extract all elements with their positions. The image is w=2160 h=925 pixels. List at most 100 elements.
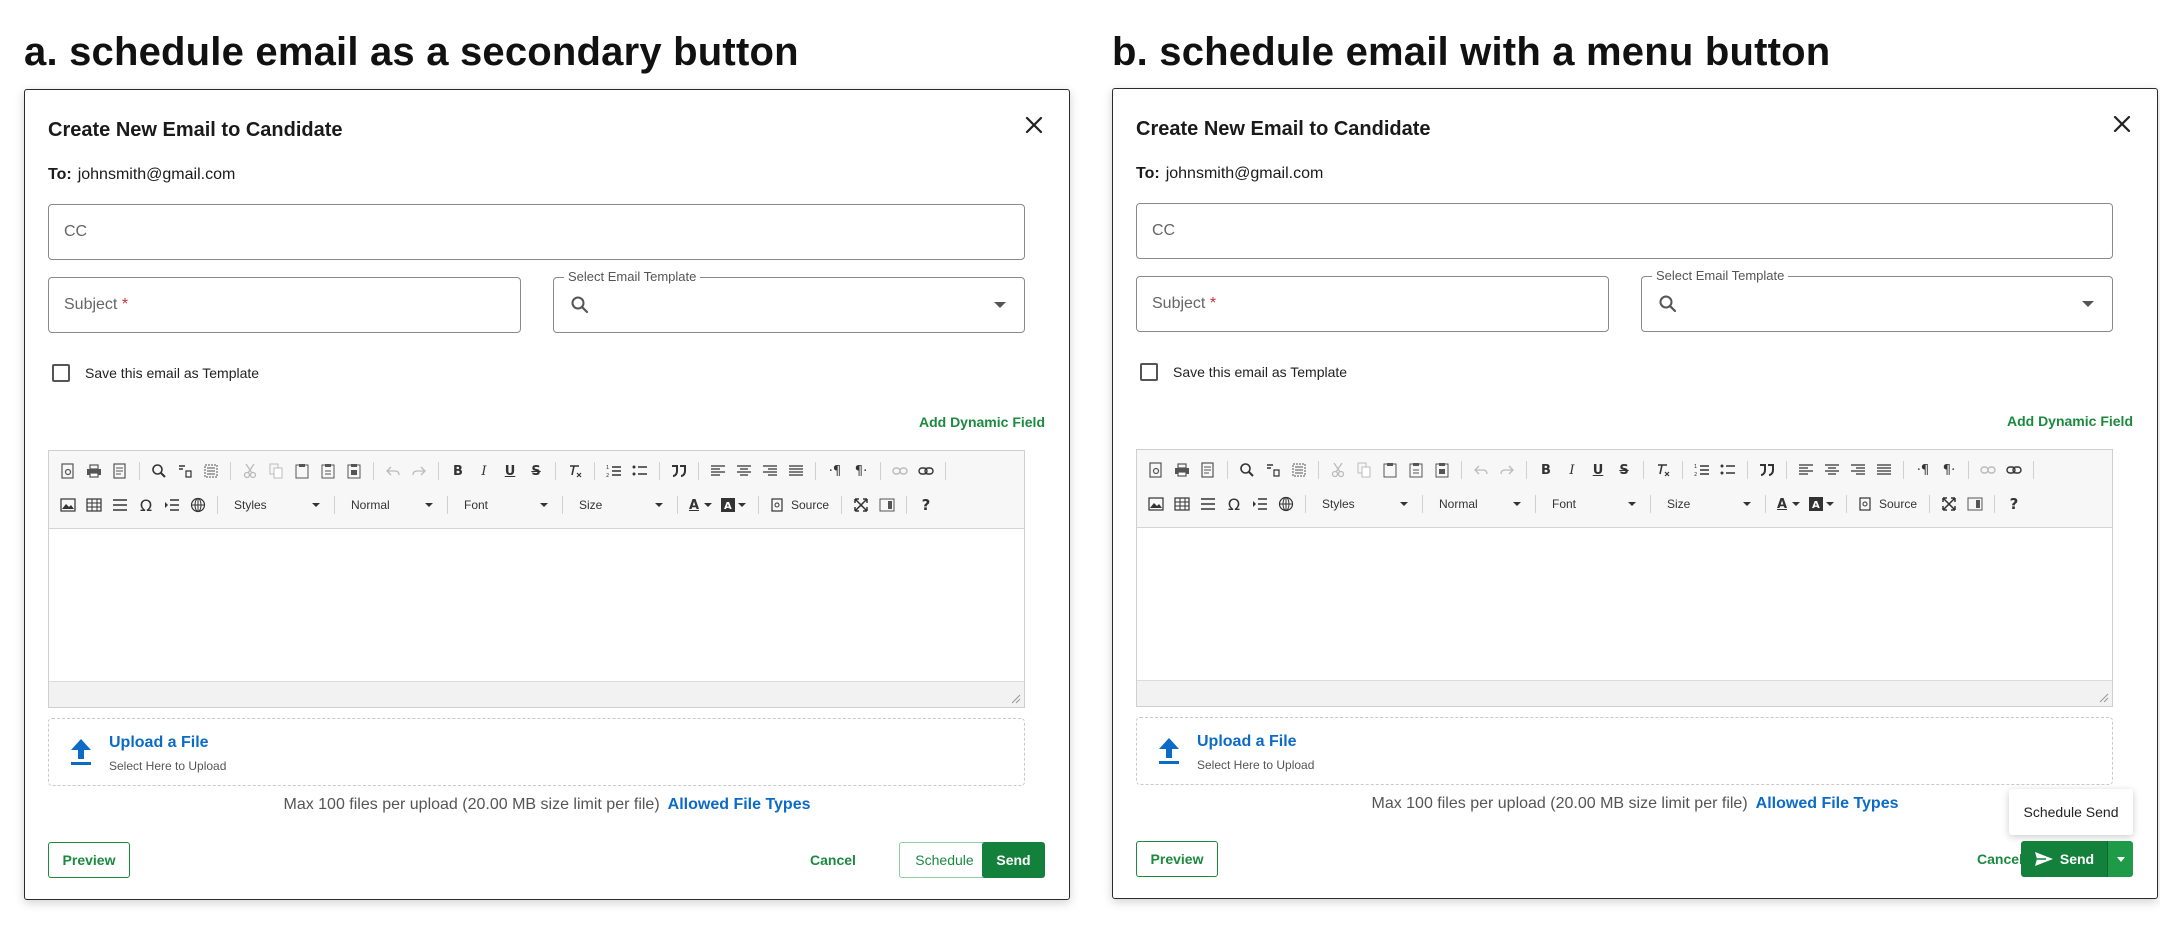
remove-format-icon[interactable] [565, 461, 585, 481]
preview-doc-icon[interactable] [1146, 460, 1166, 480]
maximize-icon[interactable] [1939, 494, 1959, 514]
align-left-icon[interactable] [708, 461, 728, 481]
bg-color-dropdown[interactable] [1826, 494, 1836, 514]
maximize-icon[interactable] [851, 495, 871, 515]
blockquote-icon[interactable] [669, 461, 689, 481]
help-icon[interactable]: ? [2004, 494, 2024, 514]
bulleted-list-icon[interactable] [1718, 460, 1738, 480]
page-break-icon[interactable] [162, 495, 182, 515]
align-justify-icon[interactable] [1874, 460, 1894, 480]
size-dropdown[interactable]: Size [573, 495, 667, 515]
iframe-icon[interactable] [188, 495, 208, 515]
align-right-icon[interactable] [760, 461, 780, 481]
save-template-checkbox[interactable] [1140, 363, 1158, 381]
remove-format-icon[interactable] [1653, 460, 1673, 480]
table-icon[interactable] [1172, 494, 1192, 514]
bg-color-icon[interactable]: A [721, 495, 735, 515]
copy-icon[interactable] [266, 461, 286, 481]
text-color-dropdown[interactable] [704, 495, 714, 515]
text-direction-rtl-icon[interactable]: ¶· [851, 461, 871, 481]
show-blocks-icon[interactable] [1965, 494, 1985, 514]
italic-icon[interactable]: I [474, 461, 494, 481]
text-direction-ltr-icon[interactable]: ·¶ [1913, 460, 1933, 480]
bold-icon[interactable]: B [448, 461, 468, 481]
add-dynamic-field-link[interactable]: Add Dynamic Field [2007, 413, 2133, 429]
cc-input[interactable]: CC [1136, 203, 2113, 259]
paste-word-icon[interactable] [1432, 460, 1452, 480]
send-menu-toggle[interactable] [2108, 841, 2133, 877]
preview-doc-icon[interactable] [58, 461, 78, 481]
send-button[interactable]: Send [982, 842, 1045, 878]
show-blocks-icon[interactable] [877, 495, 897, 515]
select-all-icon[interactable] [1289, 460, 1309, 480]
page-break-icon[interactable] [1250, 494, 1270, 514]
schedule-send-menu-item[interactable]: Schedule Send [2009, 789, 2133, 835]
align-center-icon[interactable] [1822, 460, 1842, 480]
text-direction-ltr-icon[interactable]: ·¶ [825, 461, 845, 481]
styles-dropdown[interactable]: Styles [1316, 494, 1412, 514]
text-color-dropdown[interactable] [1792, 494, 1802, 514]
align-left-icon[interactable] [1796, 460, 1816, 480]
text-color-icon[interactable]: A [687, 495, 701, 515]
resize-grip-icon[interactable] [2099, 693, 2109, 703]
align-center-icon[interactable] [734, 461, 754, 481]
email-template-select[interactable]: Select Email Template [1641, 268, 2113, 332]
italic-icon[interactable]: I [1562, 460, 1582, 480]
subject-input[interactable]: Subject * [1136, 276, 1609, 332]
replace-icon[interactable] [175, 461, 195, 481]
bg-color-dropdown[interactable] [738, 495, 748, 515]
text-color-icon[interactable]: A [1775, 494, 1789, 514]
numbered-list-icon[interactable]: 12 [1692, 460, 1712, 480]
print-icon[interactable] [1172, 460, 1192, 480]
find-icon[interactable] [1237, 460, 1257, 480]
bg-color-icon[interactable]: A [1809, 494, 1823, 514]
copy-icon[interactable] [1354, 460, 1374, 480]
editor-content-area[interactable] [1137, 528, 2112, 682]
link-icon[interactable] [2004, 460, 2024, 480]
templates-icon[interactable] [110, 461, 130, 481]
send-button[interactable]: Send [2021, 841, 2107, 877]
templates-icon[interactable] [1198, 460, 1218, 480]
upload-title[interactable]: Upload a File [109, 734, 209, 752]
strikethrough-icon[interactable]: S [526, 461, 546, 481]
replace-icon[interactable] [1263, 460, 1283, 480]
upload-dropzone[interactable]: Upload a File Select Here to Upload [48, 718, 1025, 786]
format-dropdown[interactable]: Normal [345, 495, 437, 515]
paste-word-icon[interactable] [344, 461, 364, 481]
size-dropdown[interactable]: Size [1661, 494, 1755, 514]
email-template-select[interactable]: Select Email Template [553, 269, 1025, 333]
unlink-icon[interactable] [1978, 460, 1998, 480]
numbered-list-icon[interactable]: 12 [604, 461, 624, 481]
upload-title[interactable]: Upload a File [1197, 733, 1297, 751]
add-dynamic-field-link[interactable]: Add Dynamic Field [919, 414, 1045, 430]
source-button[interactable]: Source [771, 498, 829, 512]
paste-icon[interactable] [1380, 460, 1400, 480]
print-icon[interactable] [84, 461, 104, 481]
text-direction-rtl-icon[interactable]: ¶· [1939, 460, 1959, 480]
resize-grip-icon[interactable] [1011, 694, 1021, 704]
bold-icon[interactable]: B [1536, 460, 1556, 480]
underline-icon[interactable]: U [500, 461, 520, 481]
paste-text-icon[interactable] [1406, 460, 1426, 480]
horizontal-line-icon[interactable] [110, 495, 130, 515]
redo-icon[interactable] [409, 461, 429, 481]
special-char-icon[interactable]: Ω [136, 495, 156, 515]
upload-dropzone[interactable]: Upload a File Select Here to Upload [1136, 717, 2113, 785]
source-button[interactable]: Source [1859, 497, 1917, 511]
font-dropdown[interactable]: Font [458, 495, 552, 515]
close-icon[interactable] [1023, 114, 1045, 136]
align-justify-icon[interactable] [786, 461, 806, 481]
blockquote-icon[interactable] [1757, 460, 1777, 480]
editor-content-area[interactable] [49, 529, 1024, 683]
cut-icon[interactable] [1328, 460, 1348, 480]
image-icon[interactable] [58, 495, 78, 515]
preview-button[interactable]: Preview [1136, 841, 1218, 877]
save-template-checkbox[interactable] [52, 364, 70, 382]
paste-icon[interactable] [292, 461, 312, 481]
select-all-icon[interactable] [201, 461, 221, 481]
find-icon[interactable] [149, 461, 169, 481]
paste-text-icon[interactable] [318, 461, 338, 481]
underline-icon[interactable]: U [1588, 460, 1608, 480]
schedule-button[interactable]: Schedule [899, 842, 990, 878]
cc-input[interactable]: CC [48, 204, 1025, 260]
